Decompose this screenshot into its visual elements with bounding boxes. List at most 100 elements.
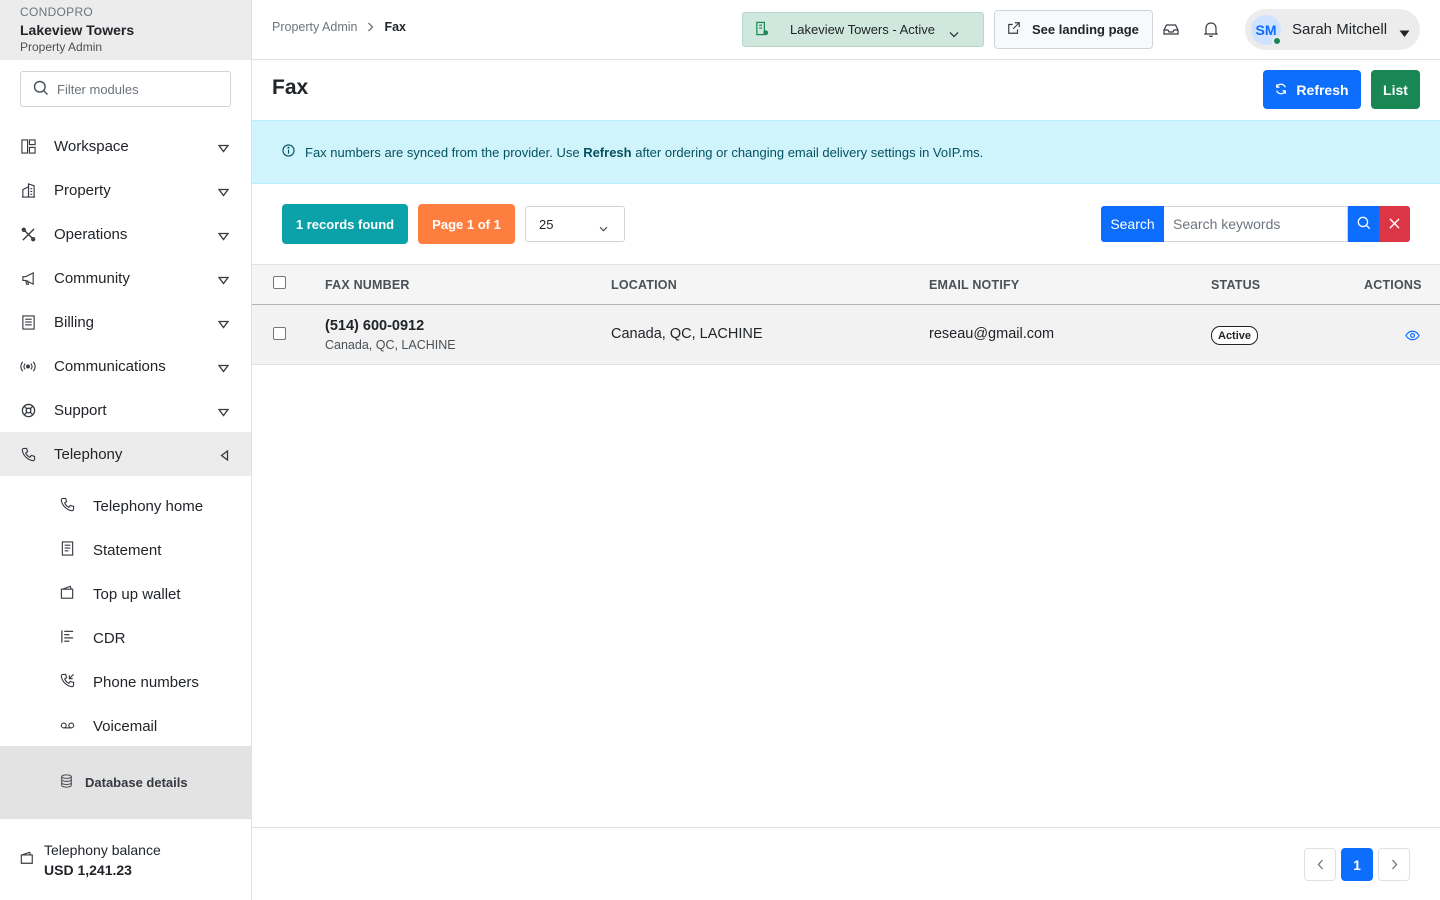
sidebar-item-label: Billing [54, 313, 95, 331]
database-details-label: Database details [85, 774, 188, 790]
telephony-balance: Telephony balance USD 1,241.23 [0, 818, 251, 900]
next-page-button[interactable] [1378, 848, 1410, 881]
sidebar: CONDOPRO Lakeview Towers Property Admin … [0, 0, 252, 900]
fax-number-location: Canada, QC, LACHINE [325, 338, 456, 352]
select-all-checkbox[interactable] [273, 276, 286, 289]
sidebar-item-operations[interactable]: Operations [0, 212, 251, 256]
sidebar-item-label: Property [54, 181, 111, 199]
chevron-down-icon [217, 272, 230, 288]
sidebar-item-communications[interactable]: Communications [0, 344, 251, 388]
info-icon [282, 144, 295, 160]
user-name: Sarah Mitchell [1292, 21, 1388, 38]
filter-modules-field[interactable] [20, 71, 231, 107]
per-page-value: 25 [539, 216, 554, 232]
sidebar-item-workspace[interactable]: Workspace [0, 124, 251, 168]
chevron-right-icon [1391, 857, 1398, 873]
broadcast-icon [20, 358, 36, 374]
fax-number: (514) 600-0912 [325, 318, 425, 334]
breadcrumb-current: Fax [384, 20, 407, 34]
close-icon [1389, 216, 1400, 232]
page-indicator-badge: Page 1 of 1 [418, 204, 515, 244]
per-page-select[interactable]: 25 [525, 206, 625, 242]
status-badge: Active [1211, 326, 1259, 345]
sidebar-item-property[interactable]: Property [0, 168, 251, 212]
list-button[interactable]: List [1371, 70, 1420, 109]
online-status-dot [1272, 35, 1282, 46]
caret-down-icon [1399, 25, 1410, 41]
inbox-icon[interactable] [1162, 20, 1180, 38]
tools-icon [20, 226, 36, 242]
info-banner: Fax numbers are synced from the provider… [252, 120, 1440, 184]
search-button[interactable] [1348, 206, 1379, 242]
brand-org: CONDOPRO [20, 5, 94, 19]
filter-modules-input[interactable] [57, 81, 227, 97]
balance-value: USD 1,241.23 [44, 861, 132, 878]
database-details-button[interactable]: Database details [0, 746, 251, 818]
sidebar-item-support[interactable]: Support [0, 388, 251, 432]
column-header-fax-number[interactable]: FAX NUMBER [325, 278, 410, 292]
chevron-down-icon [949, 25, 959, 41]
see-landing-page-button[interactable]: See landing page [994, 10, 1153, 49]
sidebar-subitem-top-up-wallet[interactable]: Top up wallet [0, 572, 251, 616]
pagination-footer: 1 [252, 827, 1440, 900]
sidebar-nav: Workspace Property Operations Community [0, 124, 251, 748]
avatar: SM [1251, 14, 1282, 46]
clear-search-button[interactable] [1379, 206, 1410, 242]
wallet-icon [20, 851, 34, 868]
search-label: Search [1101, 206, 1164, 242]
phone-icon [60, 497, 75, 515]
brand-block: CONDOPRO Lakeview Towers Property Admin [0, 0, 251, 60]
bell-icon[interactable] [1202, 20, 1220, 38]
receipt-icon [20, 314, 36, 330]
sidebar-subitem-voicemail[interactable]: Voicemail [0, 704, 251, 748]
database-icon [60, 773, 73, 791]
phone-icon [20, 446, 36, 462]
search-input[interactable] [1164, 206, 1348, 242]
page-header: Fax Refresh List [252, 60, 1440, 120]
statement-icon [60, 541, 75, 559]
megaphone-icon [20, 270, 36, 286]
column-header-email-notify[interactable]: EMAIL NOTIFY [929, 278, 1019, 292]
refresh-button[interactable]: Refresh [1263, 70, 1361, 109]
prev-page-button[interactable] [1304, 848, 1336, 881]
page-button-current[interactable]: 1 [1341, 848, 1373, 881]
info-text-bold: Refresh [583, 144, 632, 160]
column-header-location[interactable]: LOCATION [611, 278, 677, 292]
telephony-subnav: Telephony home Statement Top up wallet C… [0, 476, 251, 748]
sidebar-item-label: Support [54, 401, 107, 419]
sidebar-subitem-phone-numbers[interactable]: Phone numbers [0, 660, 251, 704]
column-header-status[interactable]: STATUS [1211, 278, 1260, 292]
sidebar-item-billing[interactable]: Billing [0, 300, 251, 344]
chevron-down-icon [217, 228, 230, 244]
property-select[interactable]: Lakeview Towers - Active [742, 12, 984, 47]
sidebar-item-community[interactable]: Community [0, 256, 251, 300]
chevron-left-icon [220, 448, 229, 464]
sidebar-subitem-telephony-home[interactable]: Telephony home [0, 484, 251, 528]
building-icon [20, 182, 36, 198]
sidebar-item-label: Workspace [54, 137, 129, 155]
breadcrumb-parent[interactable]: Property Admin [272, 20, 357, 34]
balance-label: Telephony balance [44, 841, 161, 858]
chevron-down-icon [217, 140, 230, 156]
view-eye-icon[interactable] [1405, 328, 1420, 344]
sidebar-item-label: Community [54, 269, 130, 287]
column-header-actions: ACTIONS [1364, 278, 1422, 292]
property-select-label: Lakeview Towers - Active [790, 22, 935, 37]
search-icon [1357, 216, 1371, 233]
chevron-down-icon [217, 404, 230, 420]
user-menu[interactable]: SM Sarah Mitchell [1245, 9, 1420, 50]
sidebar-subitem-statement[interactable]: Statement [0, 528, 251, 572]
brand-property-name: Lakeview Towers [20, 22, 135, 38]
sidebar-subitem-label: Telephony home [93, 497, 204, 515]
sidebar-subitem-label: CDR [93, 629, 126, 647]
sidebar-item-label: Operations [54, 225, 128, 243]
chevron-down-icon [217, 360, 230, 376]
voicemail-icon [60, 717, 75, 735]
sidebar-subitem-label: Top up wallet [93, 585, 181, 603]
list-icon [60, 629, 75, 647]
info-text-after: after ordering or changing email deliver… [631, 144, 984, 160]
sidebar-subitem-cdr[interactable]: CDR [0, 616, 251, 660]
email-notify-cell: reseau@gmail.com [929, 326, 1055, 342]
row-checkbox[interactable] [273, 327, 286, 340]
sidebar-item-telephony[interactable]: Telephony [0, 432, 251, 476]
